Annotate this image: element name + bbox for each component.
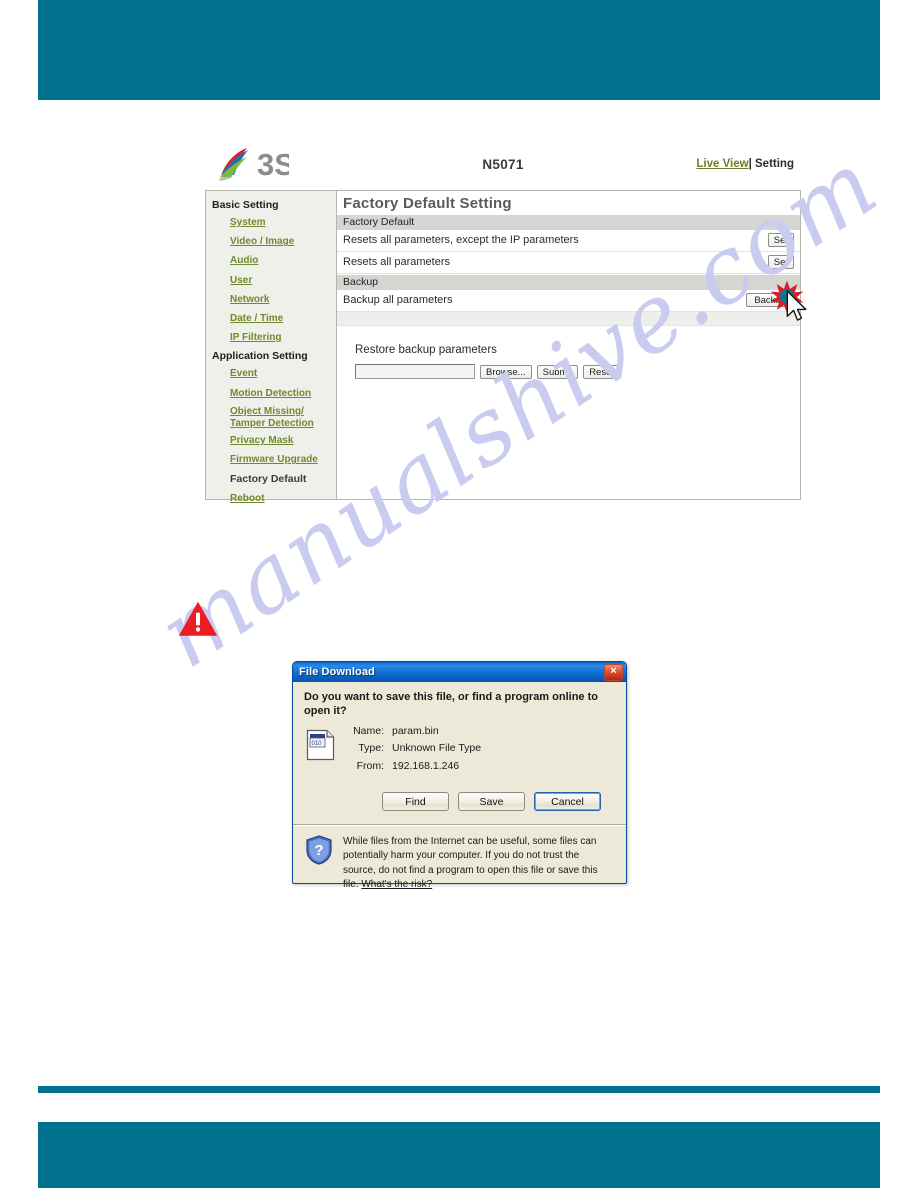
dialog-field-type-value: Unknown File Type bbox=[392, 742, 482, 755]
warning-triangle-icon bbox=[178, 601, 218, 636]
section-header-backup: Backup bbox=[337, 274, 800, 290]
sidebar-item-object-missing-tamper-detection[interactable]: Object Missing/ Tamper Detection bbox=[206, 404, 336, 432]
page-title: Factory Default Setting bbox=[343, 195, 512, 212]
svg-text:010: 010 bbox=[312, 741, 323, 747]
dialog-field-name-value: param.bin bbox=[392, 724, 439, 737]
file-download-dialog: File Download × Do you want to save this… bbox=[292, 661, 627, 890]
dialog-title-bar[interactable]: File Download × bbox=[293, 662, 626, 682]
row-reset-all-label: Resets all parameters bbox=[343, 256, 450, 268]
row-backup-all: Backup all parameters Backup bbox=[337, 290, 800, 312]
sidebar-group-application-setting: Application Setting bbox=[212, 350, 308, 363]
section-header-factory-default: Factory Default bbox=[337, 214, 800, 230]
find-button[interactable]: Find bbox=[382, 792, 449, 812]
sidebar-item-factory-default[interactable]: Factory Default bbox=[206, 470, 336, 490]
sidebar-item-date-time[interactable]: Date / Time bbox=[206, 310, 336, 329]
svg-text:?: ? bbox=[314, 842, 323, 859]
row-backup-all-label: Backup all parameters bbox=[343, 294, 453, 306]
dialog-file-info: 010 Name: param.bin Type: Unknown File T… bbox=[306, 724, 615, 779]
dialog-security-note: ? While files from the Internet can be u… bbox=[293, 826, 626, 892]
nav-setting-link[interactable]: Setting bbox=[755, 158, 794, 170]
dialog-fields: Name: param.bin Type: Unknown File Type … bbox=[346, 724, 481, 779]
sidebar-item-event[interactable]: Event bbox=[206, 365, 336, 384]
sidebar-item-motion-detection[interactable]: Motion Detection bbox=[206, 385, 336, 404]
browse-button[interactable]: Browse... bbox=[480, 364, 532, 379]
save-button[interactable]: Save bbox=[458, 792, 525, 812]
row-reset-except-ip: Resets all parameters, except the IP par… bbox=[337, 230, 800, 252]
row-spacer bbox=[337, 312, 800, 326]
dialog-body: Do you want to save this file, or find a… bbox=[293, 682, 626, 812]
row-reset-except-ip-label: Resets all parameters, except the IP par… bbox=[343, 234, 579, 246]
dialog-field-from: From: 192.168.1.246 bbox=[346, 759, 481, 773]
nav-separator: | bbox=[748, 158, 752, 170]
sidebar-item-user[interactable]: User bbox=[206, 272, 336, 291]
sidebar-item-audio[interactable]: Audio bbox=[206, 252, 336, 271]
restore-backup-block: Restore backup parameters Browse... Subm… bbox=[337, 326, 800, 379]
dialog-field-type-key: Type: bbox=[358, 742, 384, 755]
restore-backup-label: Restore backup parameters bbox=[355, 344, 497, 356]
dialog-question: Do you want to save this file, or find a… bbox=[304, 691, 598, 718]
shield-question-icon: ? bbox=[306, 835, 332, 865]
restore-file-input[interactable] bbox=[355, 364, 475, 379]
camera-nav: Live View| Setting bbox=[696, 158, 794, 170]
sidebar-item-firmware-upgrade[interactable]: Firmware Upgrade bbox=[206, 451, 336, 470]
page-footer-rule bbox=[38, 1086, 880, 1093]
cancel-button[interactable]: Cancel bbox=[534, 792, 601, 812]
page-footer-band bbox=[38, 1122, 880, 1188]
camera-ui-header: 3S N5071 Live View| Setting bbox=[205, 138, 801, 190]
mouse-cursor-icon bbox=[786, 290, 807, 321]
camera-content-pane: Factory Default Setting Factory Default … bbox=[337, 191, 800, 499]
camera-ui-body: Basic Setting System Video / Image Audio… bbox=[205, 190, 801, 504]
camera-sidebar: Basic Setting System Video / Image Audio… bbox=[206, 191, 337, 504]
camera-web-ui-screenshot: 3S N5071 Live View| Setting Basic Settin… bbox=[205, 138, 807, 504]
set-button-reset-all[interactable]: Set bbox=[767, 255, 794, 269]
dialog-field-name: Name: param.bin bbox=[346, 724, 481, 738]
sidebar-item-system[interactable]: System bbox=[206, 214, 336, 233]
dialog-field-from-key: From: bbox=[356, 759, 384, 772]
page-header-band bbox=[38, 0, 880, 100]
sidebar-group-basic-setting: Basic Setting bbox=[212, 199, 279, 211]
dialog-field-type: Type: Unknown File Type bbox=[346, 743, 481, 755]
dialog-field-from-value: 192.168.1.246 bbox=[392, 759, 460, 772]
close-icon[interactable]: × bbox=[604, 664, 623, 681]
restore-backup-controls: Browse... Submit Reset bbox=[355, 364, 800, 379]
row-reset-all: Resets all parameters Set bbox=[337, 252, 800, 274]
dialog-note-text: While files from the Internet can be use… bbox=[343, 835, 614, 892]
dialog-button-row: Find Save Cancel bbox=[304, 792, 601, 812]
nav-live-view-link[interactable]: Live View bbox=[696, 158, 748, 170]
reset-button[interactable]: Reset bbox=[583, 364, 621, 379]
dialog-title: File Download bbox=[299, 666, 375, 678]
set-button-reset-except-ip[interactable]: Set bbox=[767, 233, 794, 247]
submit-button[interactable]: Submit bbox=[536, 364, 579, 379]
whats-the-risk-link[interactable]: What's the risk? bbox=[361, 879, 432, 890]
sidebar-item-privacy-mask[interactable]: Privacy Mask bbox=[206, 432, 336, 451]
sidebar-item-reboot[interactable]: Reboot bbox=[206, 490, 336, 509]
file-icon: 010 bbox=[306, 729, 335, 760]
dialog-field-name-key: Name: bbox=[353, 724, 384, 737]
sidebar-item-ip-filtering[interactable]: IP Filtering bbox=[206, 329, 336, 348]
sidebar-item-video-image[interactable]: Video / Image bbox=[206, 233, 336, 252]
sidebar-item-network[interactable]: Network bbox=[206, 291, 336, 310]
